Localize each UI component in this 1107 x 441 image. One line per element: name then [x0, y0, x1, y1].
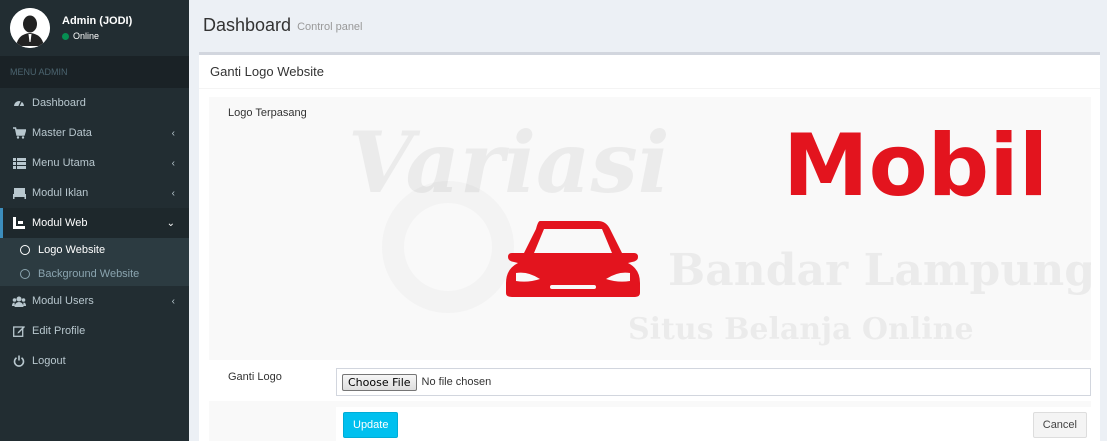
dashboard-icon — [12, 96, 26, 110]
sidebar-item-label: Modul Iklan — [32, 187, 89, 199]
chevron-left-icon: ‹ — [171, 187, 175, 199]
logo-file-input[interactable]: Choose File No file chosen — [336, 368, 1091, 396]
power-icon — [12, 354, 26, 368]
sidebar-item-label: Edit Profile — [32, 325, 86, 337]
sidebar-item-label: Menu Utama — [32, 157, 95, 169]
file-status-text: No file chosen — [421, 376, 492, 388]
chevron-down-icon: ⌄ — [166, 217, 175, 229]
main-content: Dashboard Control panel Ganti Logo Websi… — [189, 0, 1107, 441]
logo-line-situs: Situs Belanja Online — [628, 312, 974, 347]
chevron-left-icon: ‹ — [171, 127, 175, 139]
sidebar-item-label: Modul Web — [32, 217, 88, 229]
logo-word-variasi: Variasi — [348, 113, 670, 212]
submenu-item-label: Background Website — [38, 268, 140, 280]
page-subtitle: Control panel — [297, 21, 363, 33]
box-title: Ganti Logo Website — [210, 64, 324, 79]
sidebar: Admin (JODI) Online MENU ADMIN Dashboard… — [0, 0, 189, 441]
form-actions-row: Update Cancel — [209, 401, 1091, 441]
current-logo-image: Variasi Mobil Bandar Lampung Situs Belan… — [328, 97, 1091, 360]
sidebar-item-modul-iklan[interactable]: Modul Iklan ‹ — [0, 178, 189, 208]
sidebar-item-modul-users[interactable]: Modul Users ‹ — [0, 286, 189, 316]
submenu-item-background-website[interactable]: Background Website — [0, 262, 189, 286]
cart-icon — [12, 126, 26, 140]
choose-file-button[interactable]: Choose File — [342, 373, 417, 391]
logo-form-box: Ganti Logo Website Logo Terpasang Varias… — [199, 52, 1100, 441]
submenu-modul-web: Logo Website Background Website — [0, 238, 189, 286]
logo-line-bandar-lampung: Bandar Lampung — [668, 245, 1091, 296]
sidebar-item-label: Dashboard — [32, 97, 86, 109]
sidebar-item-label: Logout — [32, 355, 66, 367]
sidebar-item-dashboard[interactable]: Dashboard — [0, 88, 189, 118]
content-header: Dashboard Control panel — [189, 0, 1107, 50]
users-icon — [12, 294, 26, 308]
form-actions: Update Cancel — [336, 407, 1091, 441]
bed-icon — [12, 186, 26, 200]
upload-logo-row: Ganti Logo Choose File No file chosen — [209, 360, 1091, 401]
update-button[interactable]: Update — [343, 412, 399, 438]
submenu-item-label: Logo Website — [38, 244, 106, 256]
sidebar-item-menu-utama[interactable]: Menu Utama ‹ — [0, 148, 189, 178]
circle-icon — [20, 269, 30, 279]
avatar — [10, 8, 50, 48]
user-status: Online — [62, 31, 132, 41]
current-logo-row: Logo Terpasang Variasi Mobil Bandar Lamp… — [209, 97, 1091, 360]
web-icon — [12, 216, 26, 230]
list-icon — [12, 156, 26, 170]
edit-icon — [12, 324, 26, 338]
status-dot-icon — [62, 32, 69, 40]
car-icon — [506, 221, 640, 297]
logo-word-mobil: Mobil — [783, 116, 1048, 216]
sidebar-item-edit-profile[interactable]: Edit Profile — [0, 316, 189, 346]
page-title: Dashboard — [203, 14, 292, 35]
sidebar-item-modul-web[interactable]: Modul Web ⌄ — [0, 208, 189, 238]
circle-icon — [20, 245, 30, 255]
sidebar-item-label: Modul Users — [32, 295, 94, 307]
submenu-item-logo-website[interactable]: Logo Website — [0, 238, 189, 262]
cancel-button[interactable]: Cancel — [1032, 412, 1087, 438]
box-header: Ganti Logo Website — [199, 55, 1100, 89]
chevron-left-icon: ‹ — [171, 157, 175, 169]
chevron-left-icon: ‹ — [171, 295, 175, 307]
current-logo-label: Logo Terpasang — [228, 107, 307, 119]
sidebar-item-label: Master Data — [32, 127, 92, 139]
sidebar-item-logout[interactable]: Logout — [0, 346, 189, 376]
user-info: Admin (JODI) Online — [62, 15, 132, 41]
sidebar-item-master-data[interactable]: Master Data ‹ — [0, 118, 189, 148]
user-name: Admin (JODI) — [62, 15, 133, 27]
user-panel: Admin (JODI) Online — [0, 0, 189, 56]
user-status-label: Online — [73, 31, 100, 41]
menu-header: MENU ADMIN — [0, 56, 189, 88]
upload-logo-label: Ganti Logo — [228, 371, 282, 383]
